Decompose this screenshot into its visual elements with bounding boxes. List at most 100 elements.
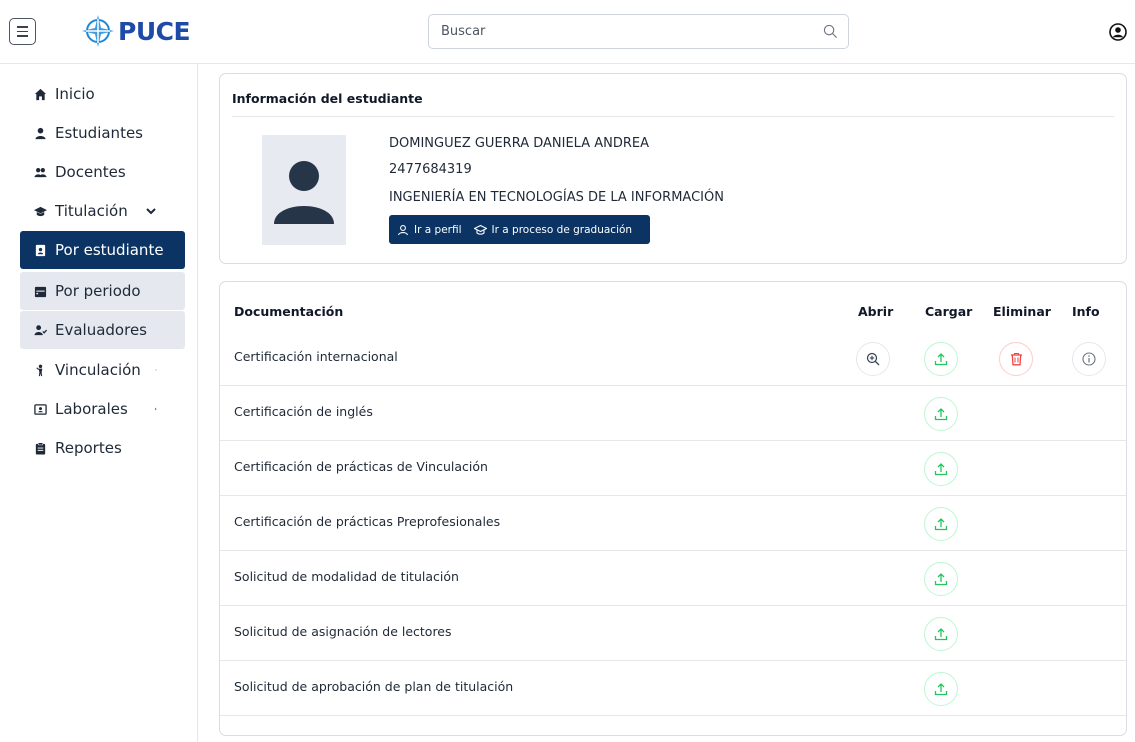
compass-cross-icon	[82, 15, 114, 47]
upload-document-button[interactable]	[924, 617, 958, 651]
go-to-profile-button[interactable]: Ir a perfil	[397, 224, 462, 236]
divider	[232, 116, 1114, 117]
menu-toggle-button[interactable]	[9, 18, 36, 45]
sidebar-item-reportes[interactable]: Reportes	[20, 429, 185, 467]
zoom-in-icon	[866, 352, 880, 366]
graduation-cap-icon	[473, 224, 487, 235]
clipboard-icon	[35, 441, 46, 455]
upload-icon	[934, 463, 948, 476]
calendar-icon	[34, 286, 47, 297]
sidebar-item-inicio[interactable]: Inicio	[20, 75, 185, 113]
sidebar-item-evaluadores[interactable]: Evaluadores	[20, 311, 185, 349]
users-icon	[34, 167, 47, 177]
upload-document-button[interactable]	[924, 507, 958, 541]
documents-card: Documentación Abrir Cargar Eliminar Info…	[219, 281, 1127, 736]
sidebar-item-label: Reportes	[55, 439, 122, 457]
delete-document-button[interactable]	[999, 342, 1033, 376]
column-header-open: Abrir	[858, 304, 894, 319]
id-badge-icon	[35, 244, 46, 256]
info-button[interactable]	[1072, 342, 1106, 376]
sidebar-item-label: Vinculación	[55, 361, 141, 379]
column-header-info: Info	[1072, 304, 1100, 319]
upload-icon	[934, 628, 948, 641]
student-avatar	[262, 135, 346, 245]
user-icon	[35, 127, 46, 139]
table-row: Certificación de prácticas Preprofesiona…	[220, 496, 1126, 551]
upload-document-button[interactable]	[924, 342, 958, 376]
sidebar: Inicio Estudiantes Docentes Titulación P…	[0, 64, 198, 742]
info-icon	[1082, 352, 1096, 366]
briefcase-icon	[34, 403, 47, 415]
card-title: Información del estudiante	[232, 91, 423, 106]
sidebar-item-label: Inicio	[55, 85, 95, 103]
chevron-right-icon	[154, 407, 157, 411]
go-to-profile-label: Ir a perfil	[414, 223, 462, 236]
sidebar-item-label: Titulación	[55, 202, 128, 220]
hamburger-icon	[17, 26, 28, 28]
sidebar-item-label: Estudiantes	[55, 124, 143, 142]
chevron-down-icon	[146, 208, 156, 215]
hamburger-icon-line	[17, 30, 28, 33]
search-box	[428, 14, 849, 49]
home-icon	[34, 88, 47, 100]
upload-icon	[934, 573, 948, 586]
column-header-delete: Eliminar	[993, 304, 1051, 319]
user-account-icon[interactable]	[1109, 23, 1127, 41]
table-row: Certificación de inglés	[220, 386, 1126, 441]
upload-icon	[934, 518, 948, 531]
column-header-upload: Cargar	[925, 304, 973, 319]
upload-icon	[934, 353, 948, 366]
table-row: Solicitud de aprobación de plan de titul…	[220, 661, 1126, 716]
column-header-documentation: Documentación	[234, 304, 344, 319]
student-id-number: 2477684319	[389, 162, 472, 177]
sidebar-item-vinculacion[interactable]: Vinculación	[20, 351, 185, 389]
table-row: Certificación internacional	[220, 331, 1126, 386]
sidebar-item-titulacion[interactable]: Titulación	[20, 192, 185, 230]
document-name: Solicitud de aprobación de plan de titul…	[234, 679, 514, 694]
document-name: Certificación internacional	[234, 349, 398, 364]
table-row: Solicitud de asignación de lectores	[220, 606, 1126, 661]
table-row: Solicitud de modalidad de titulación	[220, 551, 1126, 606]
go-to-graduation-label: Ir a proceso de graduación	[491, 223, 633, 236]
student-actions: Ir a perfil Ir a proceso de graduación	[389, 215, 650, 244]
upload-document-button[interactable]	[924, 562, 958, 596]
upload-document-button[interactable]	[924, 672, 958, 706]
student-program: INGENIERÍA EN TECNOLOGÍAS DE LA INFORMAC…	[389, 190, 724, 205]
sidebar-item-label: Por estudiante	[55, 241, 164, 259]
sidebar-item-docentes[interactable]: Docentes	[20, 153, 185, 191]
sidebar-item-por-periodo[interactable]: Por periodo	[20, 272, 185, 310]
sidebar-item-label: Docentes	[55, 163, 126, 181]
top-bar: PUCE	[0, 0, 1135, 64]
document-name: Solicitud de modalidad de titulación	[234, 569, 459, 584]
puce-logo[interactable]: PUCE	[80, 13, 191, 49]
open-document-button[interactable]	[856, 342, 890, 376]
student-name: DOMINGUEZ GUERRA DANIELA ANDREA	[389, 136, 650, 151]
graduation-cap-icon	[34, 206, 47, 216]
chevron-right-icon	[155, 369, 157, 371]
sidebar-item-por-estudiante[interactable]: Por estudiante	[20, 231, 185, 269]
student-info-card: Información del estudiante DOMINGUEZ GUE…	[219, 73, 1127, 264]
sidebar-item-label: Por periodo	[55, 282, 141, 300]
hamburger-icon-line	[17, 35, 28, 37]
document-name: Certificación de prácticas de Vinculació…	[234, 459, 488, 474]
handshake-icon	[36, 364, 43, 376]
upload-icon	[934, 683, 948, 696]
go-to-graduation-button[interactable]: Ir a proceso de graduación	[473, 223, 633, 236]
document-name: Solicitud de asignación de lectores	[234, 624, 452, 639]
sidebar-item-estudiantes[interactable]: Estudiantes	[20, 114, 185, 152]
user-outline-icon	[397, 224, 409, 235]
search-icon[interactable]	[823, 24, 838, 39]
sidebar-item-label: Laborales	[55, 400, 128, 418]
sidebar-item-laborales[interactable]: Laborales	[20, 390, 185, 428]
trash-icon	[1010, 352, 1022, 366]
search-input[interactable]	[429, 15, 814, 48]
person-silhouette-icon	[274, 161, 334, 224]
upload-document-button[interactable]	[924, 452, 958, 486]
document-name: Certificación de inglés	[234, 404, 373, 419]
logo-text: PUCE	[118, 16, 191, 46]
upload-document-button[interactable]	[924, 397, 958, 431]
upload-icon	[934, 408, 948, 421]
sidebar-item-label: Evaluadores	[55, 321, 147, 339]
document-name: Certificación de prácticas Preprofesiona…	[234, 514, 501, 529]
table-row: Certificación de prácticas de Vinculació…	[220, 441, 1126, 496]
